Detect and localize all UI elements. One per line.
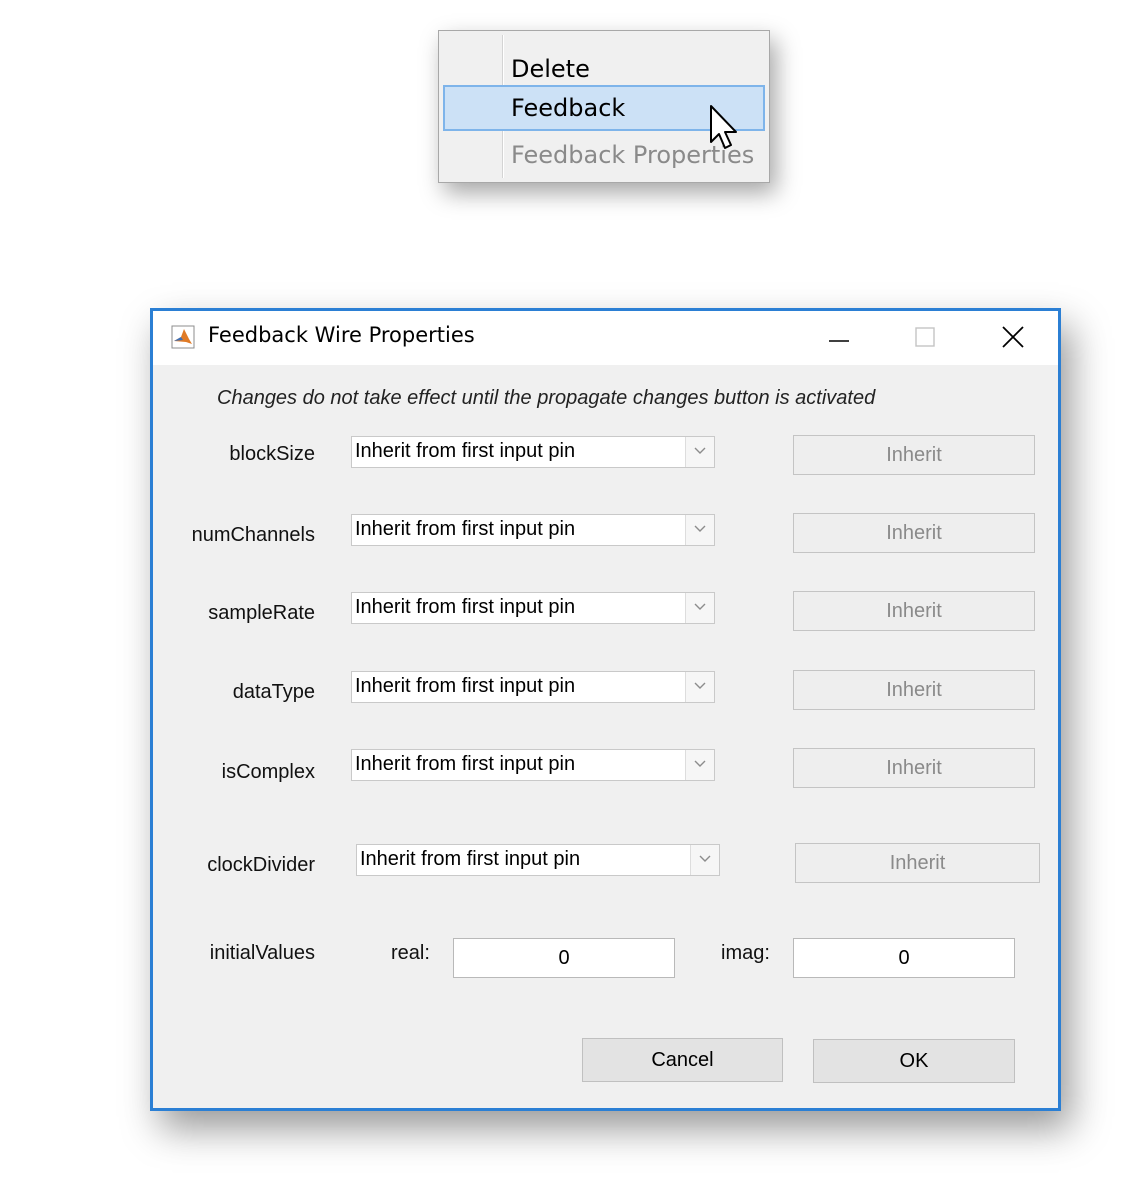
feedback-wire-properties-dialog: Feedback Wire Properties Changes do not … (150, 308, 1061, 1111)
close-icon[interactable] (993, 321, 1033, 355)
samplerate-dropdown[interactable]: Inherit from first input pin (351, 592, 715, 624)
clockdivider-label: clockDivider (207, 854, 315, 876)
chevron-down-icon[interactable] (685, 437, 714, 467)
datatype-inherit-button[interactable]: Inherit (793, 670, 1035, 710)
blocksize-inherit-button[interactable]: Inherit (793, 435, 1035, 475)
datatype-label: dataType (232, 681, 315, 703)
iscomplex-label: isComplex (221, 761, 315, 783)
datatype-dropdown[interactable]: Inherit from first input pin (351, 671, 715, 703)
numchannels-dropdown[interactable]: Inherit from first input pin (351, 514, 715, 546)
clockdivider-dropdown-value: Inherit from first input pin (360, 848, 581, 870)
chevron-down-icon[interactable] (685, 672, 714, 702)
samplerate-dropdown-value: Inherit from first input pin (355, 596, 576, 618)
mouse-pointer-icon (710, 105, 737, 149)
propagate-notice: Changes do not take effect until the pro… (217, 387, 876, 409)
ok-button[interactable]: OK (813, 1039, 1015, 1083)
numchannels-dropdown-value: Inherit from first input pin (355, 518, 576, 540)
iscomplex-dropdown[interactable]: Inherit from first input pin (351, 749, 715, 781)
chevron-down-icon[interactable] (690, 845, 719, 875)
initialvalues-label: initialValues (209, 942, 315, 964)
iscomplex-inherit-button[interactable]: Inherit (793, 748, 1035, 788)
chevron-down-icon[interactable] (685, 515, 714, 545)
datatype-dropdown-value: Inherit from first input pin (355, 675, 576, 697)
chevron-down-icon[interactable] (685, 750, 714, 780)
dialog-title: Feedback Wire Properties (208, 323, 475, 347)
clockdivider-inherit-button[interactable]: Inherit (795, 843, 1040, 883)
chevron-down-icon[interactable] (685, 593, 714, 623)
imag-label: imag: (721, 942, 770, 964)
maximize-icon[interactable] (905, 321, 945, 355)
numchannels-inherit-button[interactable]: Inherit (793, 513, 1035, 553)
iscomplex-dropdown-value: Inherit from first input pin (355, 753, 576, 775)
cancel-button[interactable]: Cancel (582, 1038, 783, 1082)
blocksize-label: blockSize (229, 443, 315, 465)
numchannels-label: numChannels (191, 524, 315, 546)
clockdivider-dropdown[interactable]: Inherit from first input pin (356, 844, 720, 876)
minimize-icon[interactable] (819, 321, 859, 355)
matlab-app-icon (171, 325, 195, 349)
imag-input[interactable]: 0 (793, 938, 1015, 978)
title-bar[interactable]: Feedback Wire Properties (153, 311, 1058, 365)
samplerate-label: sampleRate (208, 602, 315, 624)
real-label: real: (391, 942, 430, 964)
blocksize-dropdown-value: Inherit from first input pin (355, 440, 576, 462)
blocksize-dropdown[interactable]: Inherit from first input pin (351, 436, 715, 468)
real-input[interactable]: 0 (453, 938, 675, 978)
samplerate-inherit-button[interactable]: Inherit (793, 591, 1035, 631)
